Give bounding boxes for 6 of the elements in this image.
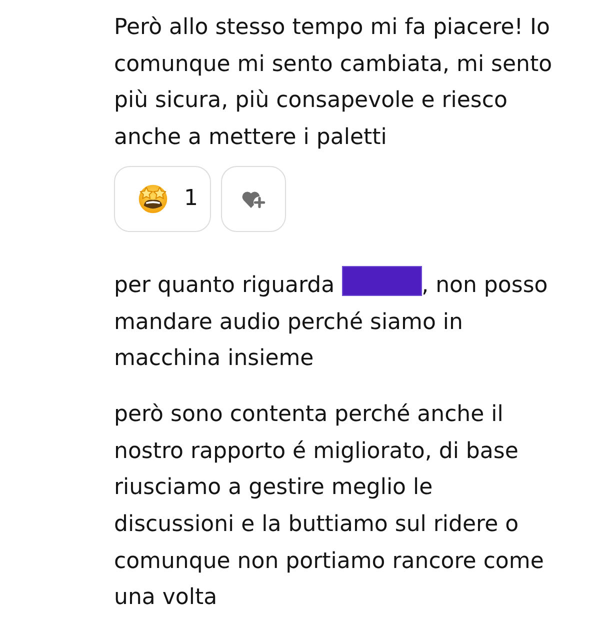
reaction-button[interactable]: 1 (114, 166, 211, 232)
message-text: Però allo stesso tempo mi fa piacere! Io comunque mi sento cambiata, mi sento più sicura, più consapevole e riesco anche a mettere i paletti (114, 14, 554, 152)
message-text: però sono contenta perché anche il nostro rapporto é migliorato, di base riusciamo a gestire meglio le discussioni e la buttiamo sul ridere o comunque non portiamo rancore come una volta (114, 400, 545, 612)
message-text: per quanto riguarda , non posso mandare audio perché siamo in macchina insieme (114, 266, 557, 378)
star-eyes-face-icon (138, 184, 168, 214)
add-reaction-button[interactable] (221, 166, 286, 232)
